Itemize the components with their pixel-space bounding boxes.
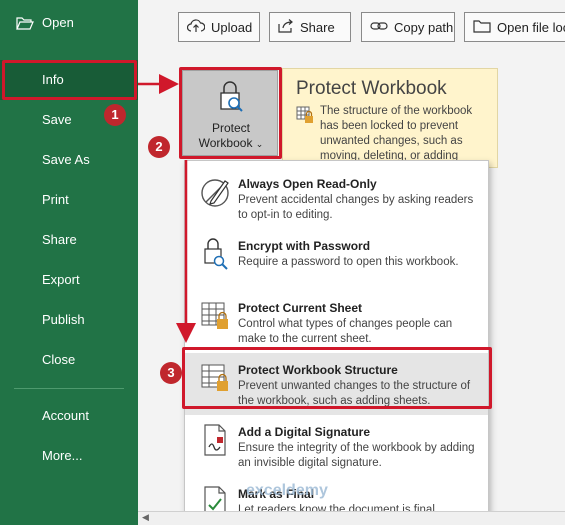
step-badge-1: 1 (104, 104, 126, 126)
annotation-arrows (138, 74, 196, 343)
step-badge-3: 3 (160, 362, 182, 384)
step-badge-2: 2 (148, 136, 170, 158)
backstage-view: Open Info Save Save As Print Share Expor… (0, 0, 565, 525)
